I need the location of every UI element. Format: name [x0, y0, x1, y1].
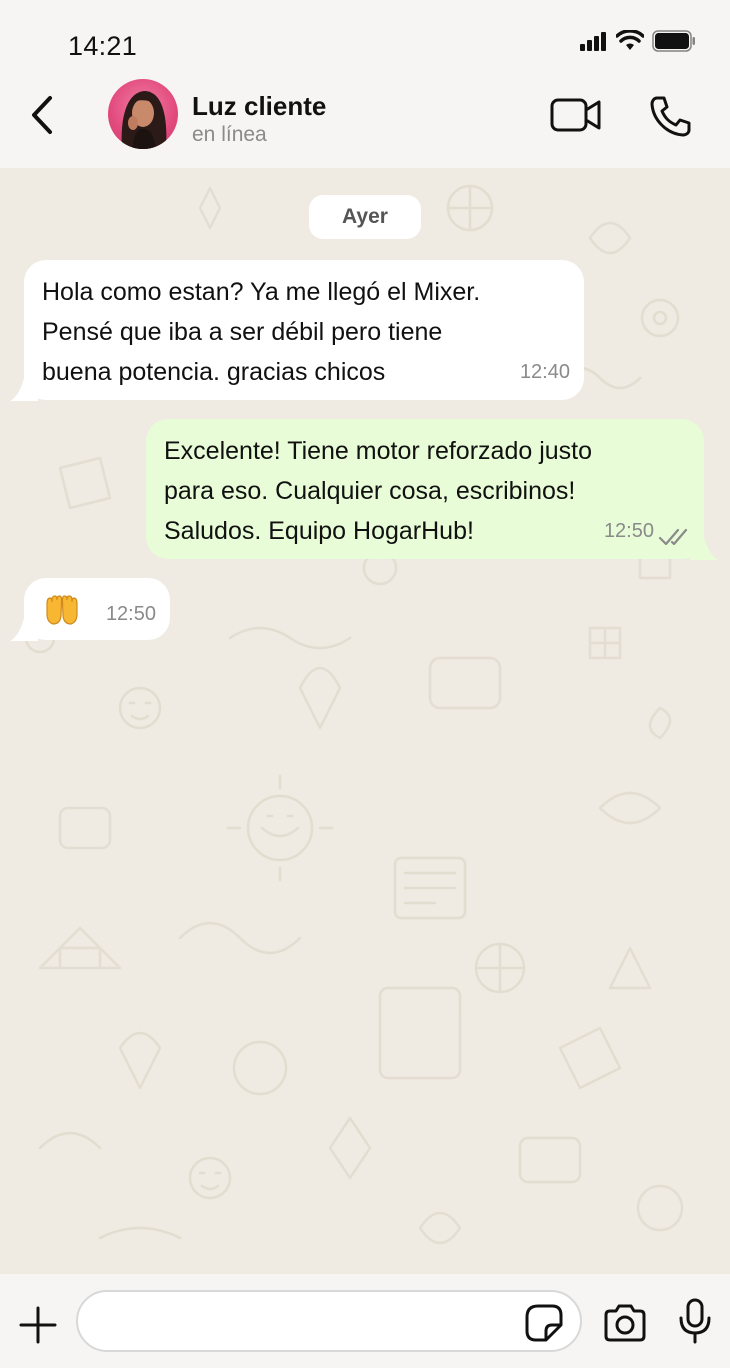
palms-up-together-emoji	[46, 595, 78, 625]
sticker-icon	[525, 1304, 563, 1342]
battery-icon	[652, 30, 695, 52]
contact-name[interactable]: Luz cliente	[192, 91, 326, 122]
attach-button[interactable]	[18, 1305, 58, 1345]
video-camera-icon	[550, 98, 601, 132]
status-icons	[580, 30, 696, 52]
message-text: Hola como estan? Ya me llegó el Mixer. P…	[42, 278, 481, 386]
double-check-icon	[658, 528, 688, 546]
avatar[interactable]	[108, 79, 178, 149]
contact-status: en línea	[192, 123, 267, 146]
microphone-button[interactable]	[678, 1298, 712, 1344]
sticker-button[interactable]	[524, 1303, 564, 1343]
chevron-left-icon	[32, 96, 52, 134]
message-time: 12:50	[105, 603, 156, 625]
status-time: 14:21	[68, 31, 138, 61]
chat-header: Luz cliente en línea	[0, 68, 730, 168]
phone-icon	[650, 96, 691, 137]
message-bubble[interactable]: Excelente! Tiene motor reforzado justo p…	[146, 419, 704, 559]
video-call-button[interactable]	[550, 96, 602, 134]
profile-photo	[121, 91, 167, 149]
date-separator: Ayer	[309, 195, 421, 239]
voice-call-button[interactable]	[648, 94, 692, 138]
message-bubble[interactable]: Hola como estan? Ya me llegó el Mixer. P…	[24, 260, 584, 400]
input-bar	[0, 1274, 730, 1368]
camera-icon	[604, 1304, 646, 1342]
microphone-icon	[679, 1298, 711, 1344]
cellular-signal-icon	[580, 32, 606, 51]
camera-button[interactable]	[602, 1303, 648, 1343]
chat-area[interactable]: Ayer Hola como estan? Ya me llegó el Mix…	[0, 168, 730, 1274]
back-button[interactable]	[24, 92, 64, 138]
message-input[interactable]	[76, 1290, 582, 1352]
message-time: 12:50	[603, 520, 654, 542]
wifi-icon	[616, 30, 644, 50]
plus-icon	[19, 1306, 57, 1344]
message-time: 12:40	[519, 361, 570, 383]
message-bubble[interactable]: 🤲 12:50	[24, 578, 170, 640]
